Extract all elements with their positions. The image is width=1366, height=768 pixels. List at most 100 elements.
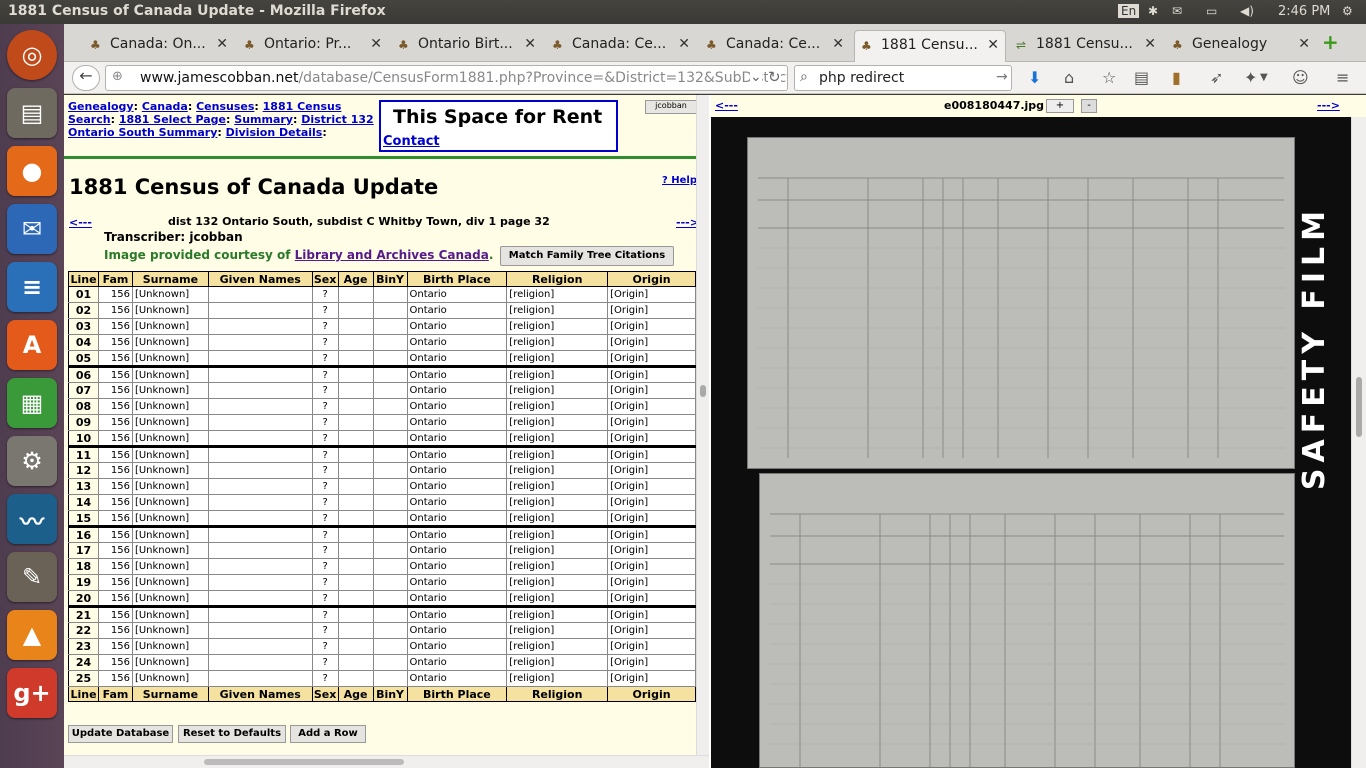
cell-fam[interactable]: 156: [97, 286, 133, 303]
match-family-tree-button[interactable]: Match Family Tree Citations: [500, 246, 674, 266]
cell-religion[interactable]: [religion]: [506, 494, 609, 511]
cell-surname[interactable]: [Unknown]: [131, 622, 209, 639]
link-summary[interactable]: Summary: [234, 113, 293, 126]
cell-religion[interactable]: [religion]: [506, 542, 609, 559]
cell-given[interactable]: [207, 445, 313, 463]
update-database-button[interactable]: Update Database: [68, 725, 173, 743]
cell-religion[interactable]: [religion]: [506, 525, 609, 543]
cell-age[interactable]: [337, 318, 374, 335]
cell-biny[interactable]: [372, 574, 408, 591]
cell-surname[interactable]: [Unknown]: [131, 445, 209, 463]
image-scroll-thumb[interactable]: [1356, 377, 1362, 437]
cell-surname[interactable]: [Unknown]: [131, 670, 209, 687]
system-monitor-icon[interactable]: 〰: [7, 494, 57, 544]
cell-origin[interactable]: [Origin]: [607, 525, 696, 543]
cell-birth[interactable]: Ontario: [406, 430, 508, 447]
cell-biny[interactable]: [372, 462, 408, 479]
close-icon[interactable]: ✕: [1298, 36, 1310, 52]
dropdown-arrow-icon[interactable]: ⌄: [750, 69, 762, 85]
software-center-icon[interactable]: A: [7, 320, 57, 370]
cell-fam[interactable]: 156: [97, 382, 133, 399]
cell-religion[interactable]: [religion]: [506, 654, 609, 671]
bookmarks-list-icon[interactable]: ▤: [1134, 68, 1149, 87]
cell-origin[interactable]: [Origin]: [607, 382, 696, 399]
cell-given[interactable]: [207, 605, 313, 623]
cell-birth[interactable]: Ontario: [406, 494, 508, 511]
cell-origin[interactable]: [Origin]: [607, 318, 696, 335]
cell-given[interactable]: [207, 638, 313, 655]
cell-biny[interactable]: [372, 350, 408, 367]
help-link[interactable]: ? Help: [662, 175, 697, 186]
cell-biny[interactable]: [372, 414, 408, 431]
vlc-icon[interactable]: ▲: [7, 610, 57, 660]
cell-fam[interactable]: 156: [97, 445, 133, 463]
cell-origin[interactable]: [Origin]: [607, 462, 696, 479]
cell-biny[interactable]: [372, 622, 408, 639]
cell-religion[interactable]: [religion]: [506, 414, 609, 431]
cell-sex[interactable]: ?: [311, 286, 339, 303]
cell-given[interactable]: [207, 365, 313, 383]
volume-icon[interactable]: ◀): [1240, 4, 1254, 18]
cell-origin[interactable]: [Origin]: [607, 286, 696, 303]
cell-biny[interactable]: [372, 286, 408, 303]
cell-fam[interactable]: 156: [97, 478, 133, 495]
cell-age[interactable]: [337, 574, 374, 591]
cell-age[interactable]: [337, 365, 374, 383]
new-tab-plus-icon[interactable]: +: [1322, 30, 1339, 54]
link-ontario-south-summary[interactable]: Ontario South Summary: [68, 126, 217, 139]
mail-icon[interactable]: ✉: [1172, 4, 1182, 18]
image-prev-link[interactable]: <---: [715, 99, 738, 112]
cell-religion[interactable]: [religion]: [506, 445, 609, 463]
cell-birth[interactable]: Ontario: [406, 478, 508, 495]
cell-biny[interactable]: [372, 445, 408, 463]
cell-surname[interactable]: [Unknown]: [131, 525, 209, 543]
cell-religion[interactable]: [religion]: [506, 286, 609, 303]
cell-fam[interactable]: 156: [97, 462, 133, 479]
cell-fam[interactable]: 156: [97, 302, 133, 319]
cell-birth[interactable]: Ontario: [406, 462, 508, 479]
cell-biny[interactable]: [372, 478, 408, 495]
cell-origin[interactable]: [Origin]: [607, 365, 696, 383]
cell-religion[interactable]: [religion]: [506, 398, 609, 415]
cell-sex[interactable]: ?: [311, 365, 339, 383]
thunderbird-icon[interactable]: ✉: [7, 204, 57, 254]
cell-given[interactable]: [207, 334, 313, 351]
calc-icon[interactable]: ▦: [7, 378, 57, 428]
cell-sex[interactable]: ?: [311, 525, 339, 543]
cell-surname[interactable]: [Unknown]: [131, 478, 209, 495]
cell-religion[interactable]: [religion]: [506, 670, 609, 687]
cell-biny[interactable]: [372, 382, 408, 399]
cell-origin[interactable]: [Origin]: [607, 638, 696, 655]
image-scrollbar[interactable]: [1351, 117, 1366, 768]
cell-fam[interactable]: 156: [97, 398, 133, 415]
settings-icon[interactable]: ⚙: [7, 436, 57, 486]
cell-religion[interactable]: [religion]: [506, 350, 609, 367]
cell-surname[interactable]: [Unknown]: [131, 382, 209, 399]
cell-birth[interactable]: Ontario: [406, 574, 508, 591]
cell-age[interactable]: [337, 525, 374, 543]
cell-biny[interactable]: [372, 654, 408, 671]
cell-age[interactable]: [337, 510, 374, 527]
close-icon[interactable]: ✕: [216, 36, 228, 52]
cell-origin[interactable]: [Origin]: [607, 622, 696, 639]
link-division-details[interactable]: Division Details: [226, 126, 323, 139]
image-next-link[interactable]: --->: [1317, 99, 1340, 112]
cell-religion[interactable]: [religion]: [506, 558, 609, 575]
cell-birth[interactable]: Ontario: [406, 318, 508, 335]
cell-fam[interactable]: 156: [97, 558, 133, 575]
cell-given[interactable]: [207, 654, 313, 671]
cell-sex[interactable]: ?: [311, 558, 339, 575]
tab-3[interactable]: ♣ Ontario Birt... ✕: [392, 30, 542, 62]
cell-origin[interactable]: [Origin]: [607, 350, 696, 367]
cell-sex[interactable]: ?: [311, 542, 339, 559]
tab-6-active[interactable]: ♣ 1881 Censu... ✕: [854, 30, 1006, 62]
cell-biny[interactable]: [372, 302, 408, 319]
cell-sex[interactable]: ?: [311, 478, 339, 495]
files-icon[interactable]: ▤: [7, 88, 57, 138]
keyboard-language-indicator[interactable]: En: [1118, 4, 1140, 18]
cell-origin[interactable]: [Origin]: [607, 654, 696, 671]
cell-fam[interactable]: 156: [97, 638, 133, 655]
cell-sex[interactable]: ?: [311, 654, 339, 671]
cell-age[interactable]: [337, 622, 374, 639]
cell-origin[interactable]: [Origin]: [607, 445, 696, 463]
